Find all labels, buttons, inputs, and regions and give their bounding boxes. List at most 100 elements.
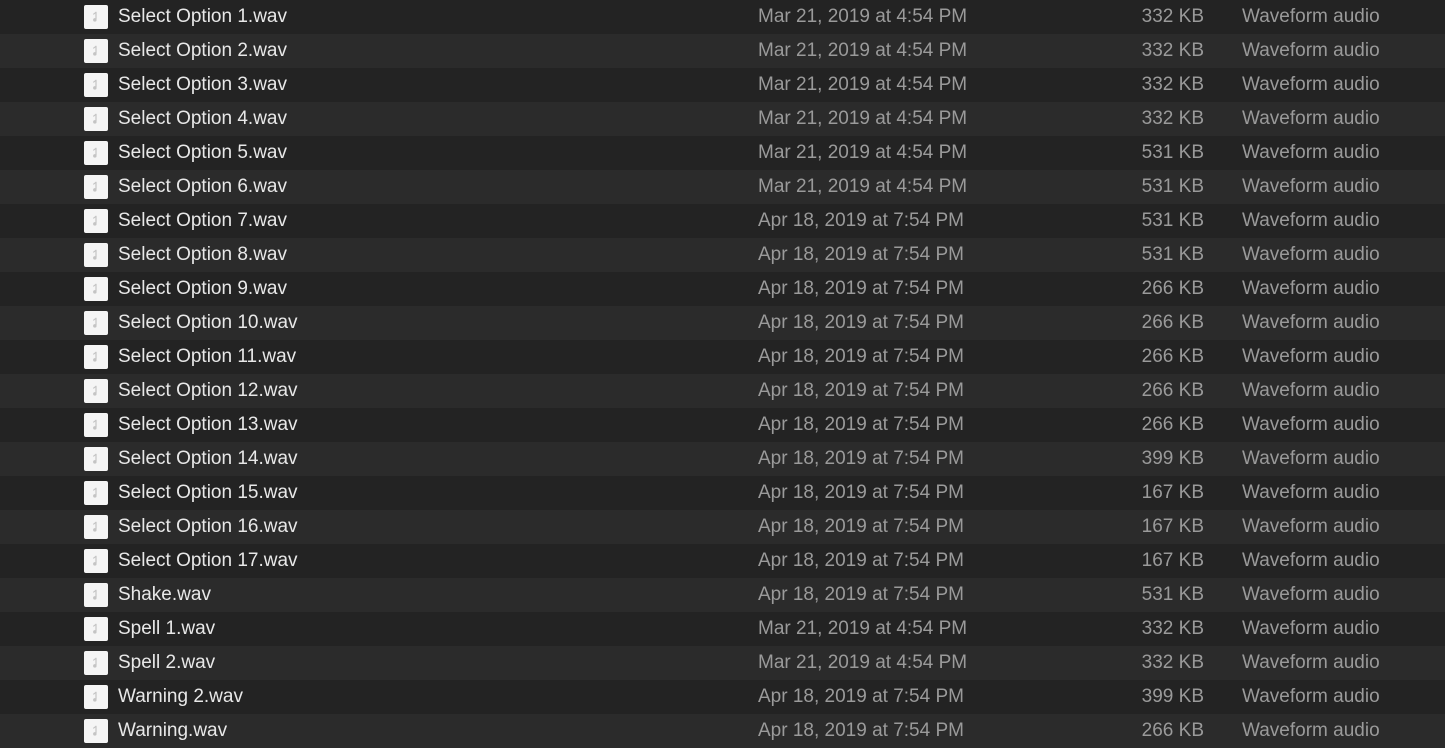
file-name: Shake.wav [118,584,758,606]
file-size: 332 KB [1138,74,1242,96]
file-row[interactable]: Select Option 7.wavApr 18, 2019 at 7:54 … [0,204,1445,238]
file-row[interactable]: Select Option 13.wavApr 18, 2019 at 7:54… [0,408,1445,442]
audio-file-icon [84,515,108,539]
file-date-modified: Mar 21, 2019 at 4:54 PM [758,40,1138,62]
file-size: 266 KB [1138,312,1242,334]
file-kind: Waveform audio [1242,142,1445,164]
audio-file-icon [84,651,108,675]
file-size: 332 KB [1138,652,1242,674]
file-date-modified: Apr 18, 2019 at 7:54 PM [758,210,1138,232]
file-date-modified: Mar 21, 2019 at 4:54 PM [758,74,1138,96]
audio-file-icon [84,311,108,335]
file-date-modified: Apr 18, 2019 at 7:54 PM [758,244,1138,266]
audio-file-icon [84,583,108,607]
file-date-modified: Apr 18, 2019 at 7:54 PM [758,550,1138,572]
file-name: Warning.wav [118,720,758,742]
file-kind: Waveform audio [1242,244,1445,266]
file-name: Select Option 16.wav [118,516,758,538]
file-kind: Waveform audio [1242,74,1445,96]
file-row[interactable]: Select Option 12.wavApr 18, 2019 at 7:54… [0,374,1445,408]
file-size: 167 KB [1138,482,1242,504]
file-kind: Waveform audio [1242,686,1445,708]
file-name: Select Option 1.wav [118,6,758,28]
file-size: 531 KB [1138,584,1242,606]
file-row[interactable]: Select Option 8.wavApr 18, 2019 at 7:54 … [0,238,1445,272]
file-date-modified: Mar 21, 2019 at 4:54 PM [758,652,1138,674]
audio-file-icon [84,175,108,199]
file-row[interactable]: Select Option 11.wavApr 18, 2019 at 7:54… [0,340,1445,374]
file-kind: Waveform audio [1242,550,1445,572]
file-size: 167 KB [1138,516,1242,538]
file-name: Spell 1.wav [118,618,758,640]
audio-file-icon [84,107,108,131]
file-name: Select Option 15.wav [118,482,758,504]
file-row[interactable]: Spell 1.wavMar 21, 2019 at 4:54 PM332 KB… [0,612,1445,646]
file-size: 531 KB [1138,244,1242,266]
file-row[interactable]: Select Option 14.wavApr 18, 2019 at 7:54… [0,442,1445,476]
file-date-modified: Mar 21, 2019 at 4:54 PM [758,176,1138,198]
file-date-modified: Mar 21, 2019 at 4:54 PM [758,142,1138,164]
file-name: Warning 2.wav [118,686,758,708]
file-size: 167 KB [1138,550,1242,572]
audio-file-icon [84,209,108,233]
audio-file-icon [84,277,108,301]
file-date-modified: Mar 21, 2019 at 4:54 PM [758,6,1138,28]
file-row[interactable]: Warning.wavApr 18, 2019 at 7:54 PM266 KB… [0,714,1445,748]
file-name: Select Option 14.wav [118,448,758,470]
audio-file-icon [84,73,108,97]
file-row[interactable]: Select Option 9.wavApr 18, 2019 at 7:54 … [0,272,1445,306]
file-row[interactable]: Shake.wavApr 18, 2019 at 7:54 PM531 KBWa… [0,578,1445,612]
file-kind: Waveform audio [1242,720,1445,742]
file-row[interactable]: Select Option 1.wavMar 21, 2019 at 4:54 … [0,0,1445,34]
file-name: Select Option 2.wav [118,40,758,62]
audio-file-icon [84,5,108,29]
file-size: 266 KB [1138,720,1242,742]
file-row[interactable]: Select Option 3.wavMar 21, 2019 at 4:54 … [0,68,1445,102]
file-size: 332 KB [1138,108,1242,130]
file-row[interactable]: Select Option 4.wavMar 21, 2019 at 4:54 … [0,102,1445,136]
file-row[interactable]: Warning 2.wavApr 18, 2019 at 7:54 PM399 … [0,680,1445,714]
file-row[interactable]: Select Option 17.wavApr 18, 2019 at 7:54… [0,544,1445,578]
file-size: 266 KB [1138,278,1242,300]
file-row[interactable]: Select Option 15.wavApr 18, 2019 at 7:54… [0,476,1445,510]
file-list: Select Option 1.wavMar 21, 2019 at 4:54 … [0,0,1445,748]
file-kind: Waveform audio [1242,6,1445,28]
file-kind: Waveform audio [1242,346,1445,368]
file-date-modified: Apr 18, 2019 at 7:54 PM [758,380,1138,402]
file-row[interactable]: Select Option 2.wavMar 21, 2019 at 4:54 … [0,34,1445,68]
file-name: Select Option 11.wav [118,346,758,368]
file-size: 332 KB [1138,6,1242,28]
file-kind: Waveform audio [1242,584,1445,606]
file-size: 266 KB [1138,346,1242,368]
file-kind: Waveform audio [1242,618,1445,640]
file-size: 332 KB [1138,618,1242,640]
file-kind: Waveform audio [1242,312,1445,334]
file-kind: Waveform audio [1242,210,1445,232]
file-name: Select Option 7.wav [118,210,758,232]
file-date-modified: Apr 18, 2019 at 7:54 PM [758,448,1138,470]
file-name: Select Option 10.wav [118,312,758,334]
file-kind: Waveform audio [1242,652,1445,674]
file-name: Select Option 13.wav [118,414,758,436]
file-size: 399 KB [1138,448,1242,470]
audio-file-icon [84,481,108,505]
file-kind: Waveform audio [1242,448,1445,470]
audio-file-icon [84,549,108,573]
audio-file-icon [84,685,108,709]
file-kind: Waveform audio [1242,516,1445,538]
file-kind: Waveform audio [1242,482,1445,504]
file-row[interactable]: Spell 2.wavMar 21, 2019 at 4:54 PM332 KB… [0,646,1445,680]
file-row[interactable]: Select Option 5.wavMar 21, 2019 at 4:54 … [0,136,1445,170]
file-row[interactable]: Select Option 6.wavMar 21, 2019 at 4:54 … [0,170,1445,204]
file-kind: Waveform audio [1242,380,1445,402]
file-size: 332 KB [1138,40,1242,62]
file-row[interactable]: Select Option 16.wavApr 18, 2019 at 7:54… [0,510,1445,544]
file-size: 531 KB [1138,176,1242,198]
file-date-modified: Apr 18, 2019 at 7:54 PM [758,516,1138,538]
file-date-modified: Apr 18, 2019 at 7:54 PM [758,720,1138,742]
file-date-modified: Apr 18, 2019 at 7:54 PM [758,278,1138,300]
file-name: Select Option 3.wav [118,74,758,96]
file-row[interactable]: Select Option 10.wavApr 18, 2019 at 7:54… [0,306,1445,340]
audio-file-icon [84,345,108,369]
file-name: Spell 2.wav [118,652,758,674]
